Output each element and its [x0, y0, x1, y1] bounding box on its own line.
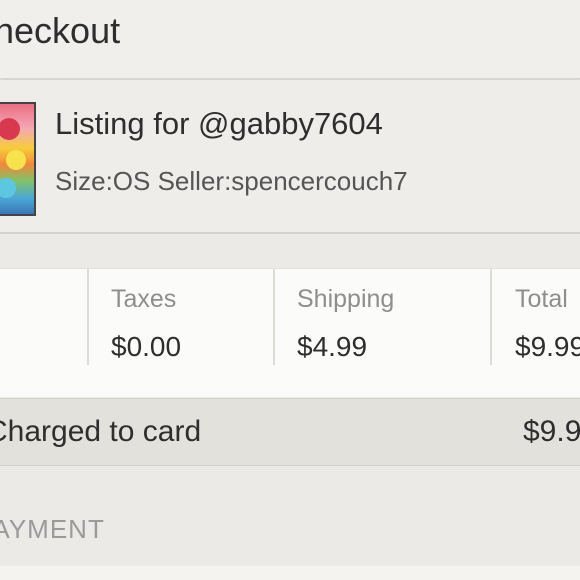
listing-details: Size:OS Seller:spencercouch7 [55, 166, 408, 196]
listing-thumbnail [0, 102, 36, 216]
cost-breakdown: Taxes $0.00 Shipping $4.99 Total $9.99 [0, 268, 580, 397]
total-label: Total [515, 285, 568, 313]
total-value: $9.99 [515, 331, 580, 362]
listing-summary[interactable]: Listing for @gabby7604 Size:OS Seller:sp… [0, 80, 580, 234]
charged-label: Charged to card [0, 415, 202, 448]
shipping-value: $4.99 [297, 331, 368, 362]
payment-section-label: PAYMENT [0, 514, 105, 544]
listing-title: Listing for @gabby7604 [55, 106, 383, 141]
charged-row: Charged to card $9.99 [0, 398, 580, 466]
shipping-label: Shipping [297, 285, 395, 313]
taxes-value: $0.00 [111, 331, 182, 362]
charged-amount: $9.99 [523, 415, 580, 448]
checkout-screen: Checkout Listing for @gabby7604 Size:OS … [0, 0, 580, 580]
column-divider [87, 269, 89, 365]
taxes-label: Taxes [111, 285, 177, 313]
header-bar: Checkout [0, 0, 580, 79]
page-title: Checkout [0, 10, 121, 51]
column-divider [490, 269, 492, 365]
column-divider [273, 269, 275, 365]
payment-section-top [0, 566, 580, 580]
